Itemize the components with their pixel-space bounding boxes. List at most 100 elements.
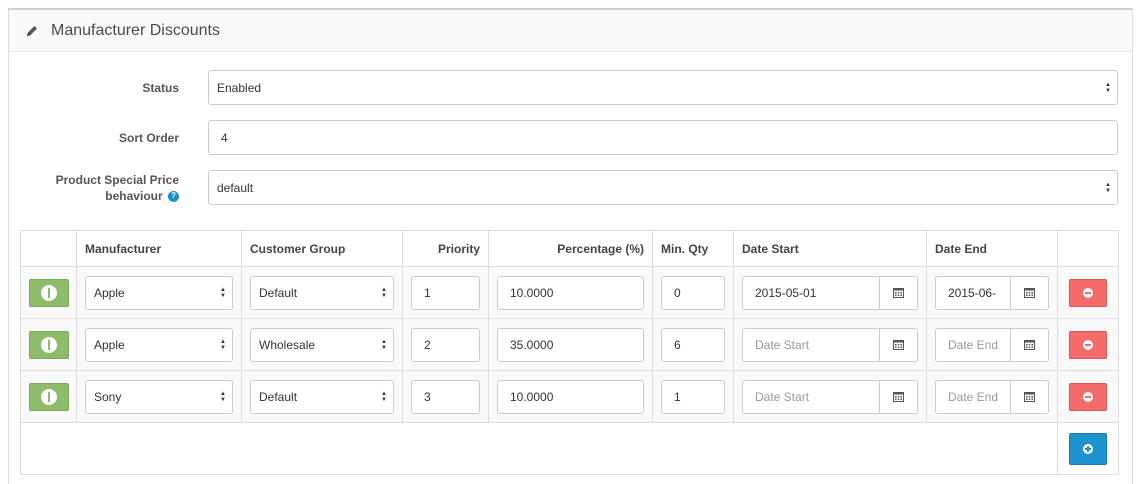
header-toggle	[20, 230, 77, 267]
toggle-button[interactable]	[29, 278, 69, 307]
manufacturer-select[interactable]: Apple ▲ ▼	[85, 275, 233, 310]
percentage-input[interactable]: 35.0000	[497, 327, 644, 362]
percentage-value: 35.0000	[510, 337, 554, 352]
discounts-table: Manufacturer Customer Group Priority Per…	[20, 230, 1119, 475]
header-min-qty: Min. Qty	[652, 230, 734, 267]
table-row: Apple ▲ ▼ Default ▲ ▼ 1 10.0000 0 2015-05-01…	[20, 266, 1119, 319]
behaviour-row: Product Special Price behaviour ? defaul…	[9, 170, 1134, 205]
calendar-button[interactable]	[880, 275, 918, 310]
manufacturer-value: Sony	[94, 389, 122, 404]
behaviour-select[interactable]: default ▲ ▼	[208, 170, 1118, 205]
date-end-placeholder: Date End	[948, 389, 999, 404]
select-arrows-icon: ▲ ▼	[381, 390, 387, 403]
date-start-placeholder: Date Start	[755, 337, 810, 352]
remove-row-button[interactable]	[1069, 382, 1107, 411]
table-row: Sony ▲ ▼ Default ▲ ▼ 3 10.0000 1 Date Start …	[20, 370, 1119, 423]
header-date-end: Date End	[926, 230, 1058, 267]
pencil-icon	[25, 24, 39, 38]
priority-value: 3	[424, 389, 431, 404]
minus-circle-icon	[1083, 339, 1093, 350]
behaviour-select-value: default	[217, 180, 254, 195]
status-row: Status Enabled ▲ ▼	[9, 70, 1134, 105]
percentage-value: 10.0000	[510, 285, 554, 300]
percentage-input[interactable]: 10.0000	[497, 379, 644, 414]
date-end-input[interactable]: Date End	[935, 327, 1011, 362]
behaviour-label-line2: behaviour	[105, 188, 163, 203]
calendar-button[interactable]	[1011, 379, 1049, 414]
add-row-button[interactable]	[1069, 432, 1107, 465]
customer-group-value: Wholesale	[259, 337, 316, 352]
header-percentage: Percentage (%)	[488, 230, 653, 267]
date-end-input[interactable]: 2015-06-	[935, 275, 1011, 310]
power-icon	[41, 388, 57, 405]
select-arrows-icon: ▲ ▼	[220, 390, 226, 403]
min-qty-value: 1	[674, 389, 681, 404]
remove-row-button[interactable]	[1069, 278, 1107, 307]
date-start-input[interactable]: Date Start	[742, 327, 880, 362]
customer-group-select[interactable]: Default ▲ ▼	[250, 275, 394, 310]
minus-circle-icon	[1083, 287, 1093, 298]
calendar-icon	[893, 288, 904, 298]
priority-input[interactable]: 1	[411, 275, 480, 310]
min-qty-input[interactable]: 1	[661, 379, 725, 414]
sort-order-input[interactable]: 4	[208, 120, 1118, 155]
priority-value: 2	[424, 337, 431, 352]
calendar-button[interactable]	[880, 379, 918, 414]
header-manufacturer: Manufacturer	[76, 230, 242, 267]
sort-order-row: Sort Order 4	[9, 120, 1134, 155]
customer-group-select[interactable]: Default ▲ ▼	[250, 379, 394, 414]
select-arrows-icon: ▲ ▼	[1105, 181, 1111, 194]
select-arrows-icon: ▲ ▼	[220, 286, 226, 299]
min-qty-value: 0	[674, 285, 681, 300]
power-icon	[41, 336, 57, 353]
percentage-value: 10.0000	[510, 389, 554, 404]
behaviour-label: Product Special Price behaviour ?	[9, 172, 179, 204]
header-customer-group: Customer Group	[241, 230, 403, 267]
date-end-value: 2015-06-	[948, 285, 997, 300]
priority-value: 1	[424, 285, 431, 300]
plus-circle-icon	[1083, 443, 1093, 454]
date-end-input[interactable]: Date End	[935, 379, 1011, 414]
add-row	[20, 422, 1119, 475]
help-icon[interactable]: ?	[168, 190, 179, 202]
min-qty-value: 6	[674, 337, 681, 352]
remove-row-button[interactable]	[1069, 330, 1107, 359]
status-label: Status	[142, 80, 179, 95]
toggle-button[interactable]	[29, 382, 69, 411]
table-row: Apple ▲ ▼ Wholesale ▲ ▼ 2 35.0000 6 Date Sta…	[20, 318, 1119, 371]
date-start-input[interactable]: Date Start	[742, 379, 880, 414]
add-row-spacer	[20, 422, 1058, 475]
status-select-value: Enabled	[217, 80, 262, 95]
percentage-input[interactable]: 10.0000	[497, 275, 644, 310]
toggle-button[interactable]	[29, 330, 69, 359]
header-priority: Priority	[402, 230, 489, 267]
manufacturer-select[interactable]: Apple ▲ ▼	[85, 327, 233, 362]
min-qty-input[interactable]: 0	[661, 275, 725, 310]
sort-order-value: 4	[221, 130, 228, 145]
priority-input[interactable]: 2	[411, 327, 480, 362]
calendar-button[interactable]	[880, 327, 918, 362]
power-icon	[41, 284, 57, 301]
select-arrows-icon: ▲ ▼	[1105, 81, 1111, 94]
status-select[interactable]: Enabled ▲ ▼	[208, 70, 1118, 105]
priority-input[interactable]: 3	[411, 379, 480, 414]
date-start-placeholder: Date Start	[755, 389, 810, 404]
table-header-row: Manufacturer Customer Group Priority Per…	[20, 230, 1119, 267]
manufacturer-select[interactable]: Sony ▲ ▼	[85, 379, 233, 414]
calendar-button[interactable]	[1011, 275, 1049, 310]
calendar-button[interactable]	[1011, 327, 1049, 362]
date-start-input[interactable]: 2015-05-01	[742, 275, 880, 310]
calendar-icon	[1024, 340, 1035, 350]
date-start-value: 2015-05-01	[755, 285, 817, 300]
sort-order-label: Sort Order	[118, 130, 179, 145]
panel-title: Manufacturer Discounts	[51, 21, 220, 39]
calendar-icon	[893, 392, 904, 402]
min-qty-input[interactable]: 6	[661, 327, 725, 362]
customer-group-select[interactable]: Wholesale ▲ ▼	[250, 327, 394, 362]
select-arrows-icon: ▲ ▼	[220, 338, 226, 351]
date-end-placeholder: Date End	[948, 337, 999, 352]
calendar-icon	[1024, 288, 1035, 298]
header-date-start: Date Start	[733, 230, 927, 267]
customer-group-value: Default	[259, 389, 298, 404]
select-arrows-icon: ▲ ▼	[381, 286, 387, 299]
